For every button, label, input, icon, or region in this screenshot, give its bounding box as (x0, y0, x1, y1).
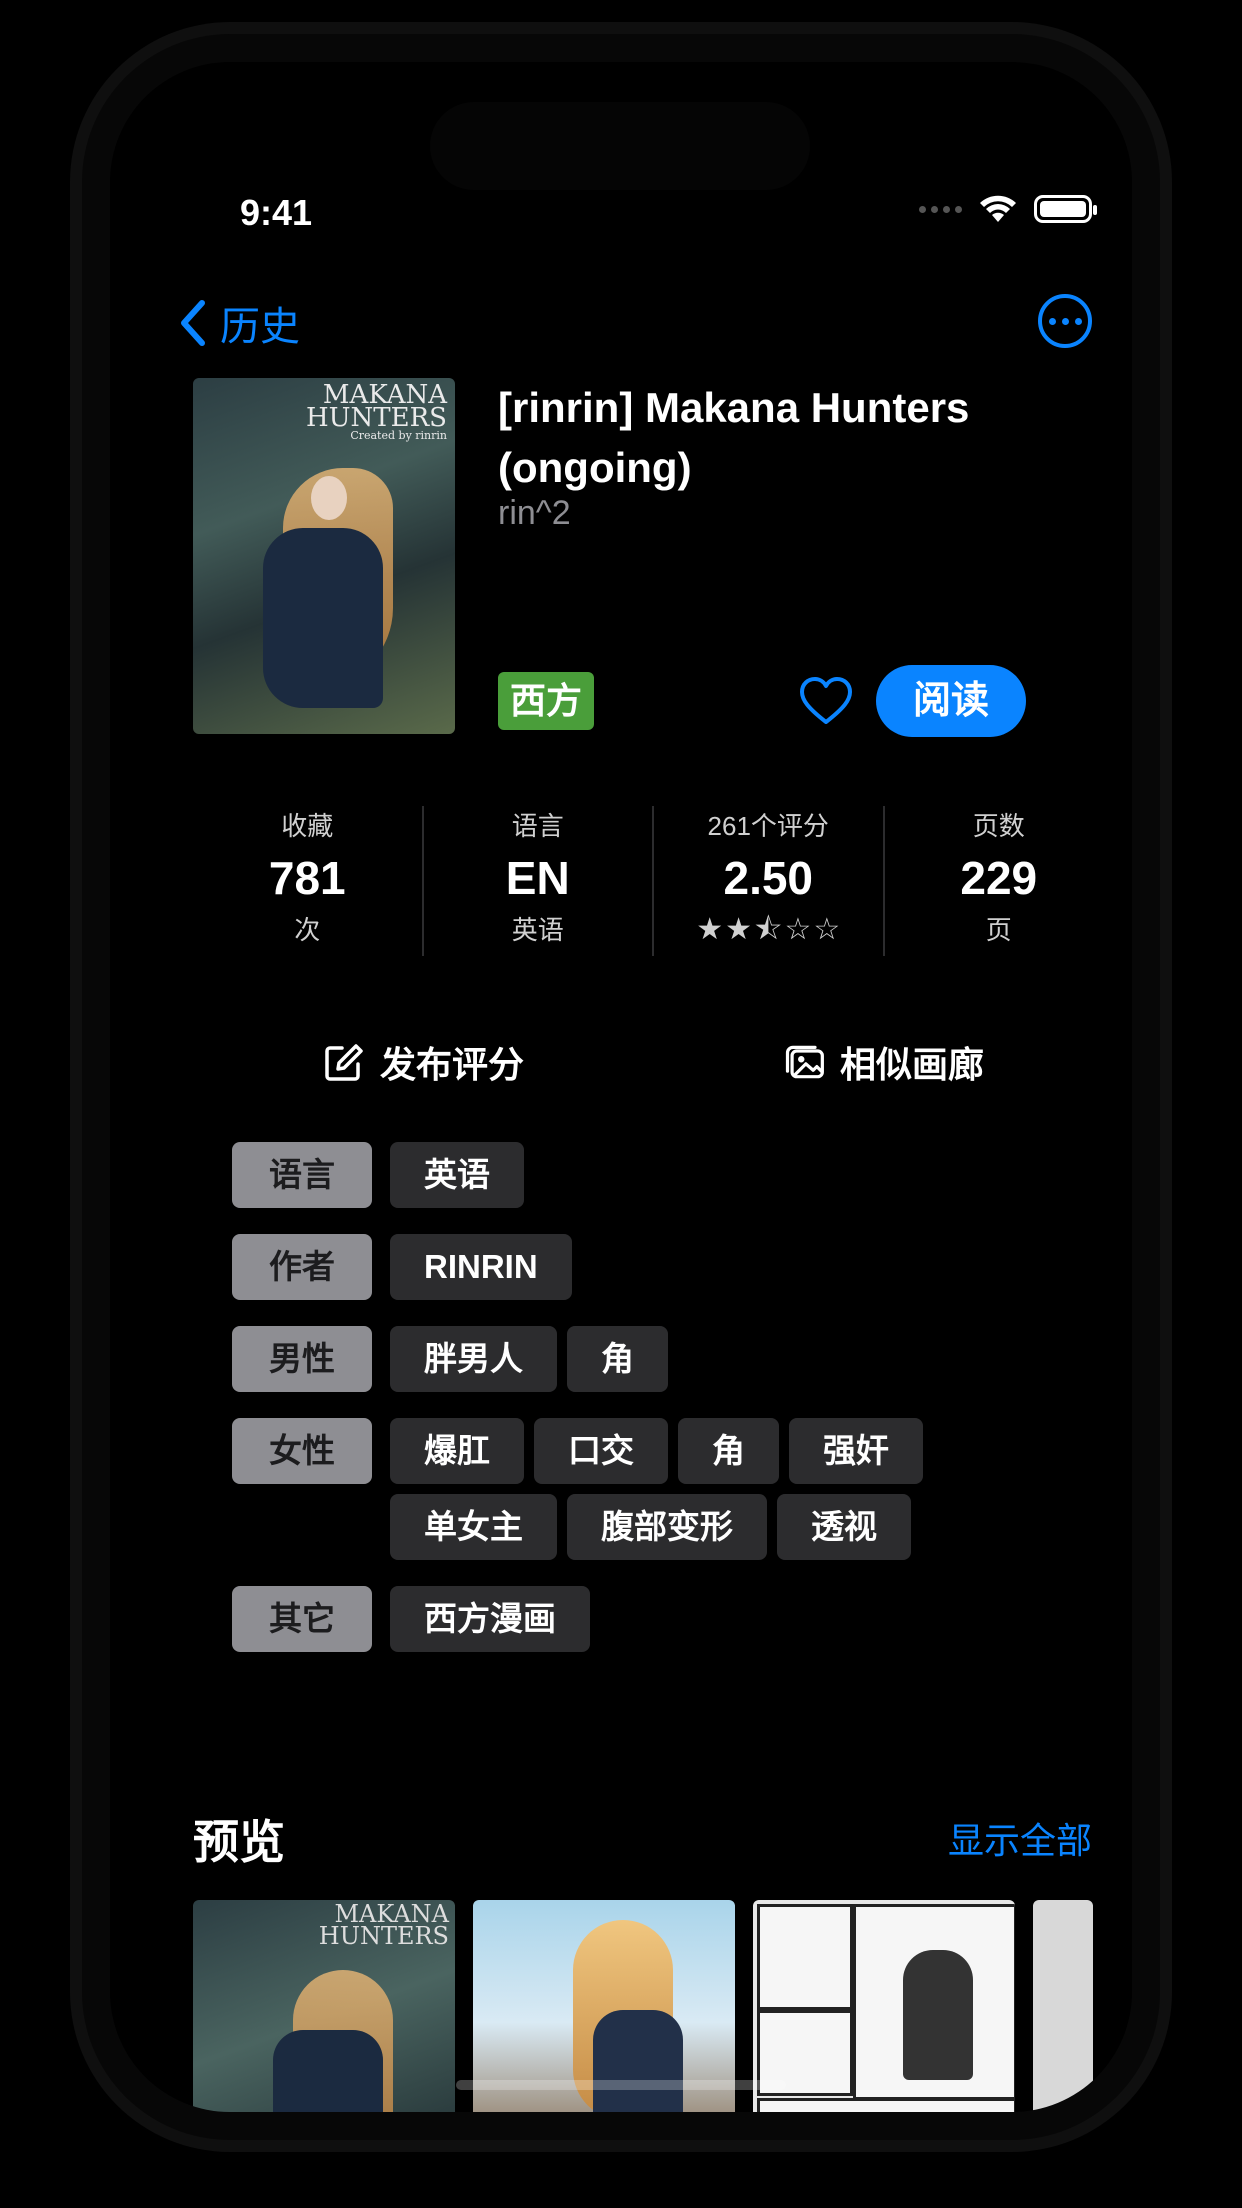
preview-heading: 预览 (193, 1816, 285, 1868)
status-icons (919, 194, 1097, 224)
tag-values: RINRIN (390, 1234, 970, 1300)
stat-pages: 页数 229 页 (960, 811, 1038, 945)
preview-thumbnail[interactable]: MAKANA HUNTERS (193, 1900, 455, 2112)
tag-chip[interactable]: 英语 (390, 1142, 524, 1208)
favorite-heart-icon[interactable] (798, 674, 854, 730)
signal-icon (919, 205, 962, 213)
more-button[interactable] (1038, 294, 1092, 348)
back-label: 历史 (220, 305, 300, 349)
tag-chip[interactable]: 西方漫画 (390, 1586, 590, 1652)
ellipsis-icon (1048, 317, 1056, 325)
star-empty-icon: ☆ (813, 913, 841, 946)
tag-values: 英语 (390, 1142, 970, 1208)
similar-galleries-button[interactable]: 相似画廊 (653, 1022, 1113, 1102)
stat-rating[interactable]: 261个评分 2.50 ★ ★ ⯪ ☆ ☆ (654, 806, 885, 956)
tag-row: 其它 西方漫画 (232, 1586, 1072, 1652)
tag-chip[interactable]: 单女主 (390, 1494, 557, 1560)
tag-row: 语言 英语 (232, 1142, 1072, 1208)
tag-values: 西方漫画 (390, 1586, 970, 1652)
tag-chip[interactable]: 胖男人 (390, 1326, 557, 1392)
stats-bar: 收藏 781 次 语言 EN 英语 261个评分 2.50 ★ ★ ⯪ ☆ ☆ 页数 2… (193, 806, 1113, 956)
read-button[interactable]: 阅读 (876, 665, 1026, 737)
tag-list: 语言 英语 作者 RINRIN 男性 胖男人角女性 爆肛 口交角强奸 单女主 腹部变形 透视 其它 西方… (232, 1142, 1072, 1678)
square-pencil-icon (325, 1044, 363, 1081)
tag-values: 爆肛 口交角强奸单女主 腹部变形 透视 (390, 1418, 970, 1560)
rating-stars: ★ ★ ⯪ ☆ ☆ (696, 910, 840, 950)
tag-row: 男性 胖男人角 (232, 1326, 1072, 1392)
tag-chip[interactable]: 口交 (534, 1418, 668, 1484)
tag-values: 胖男人角 (390, 1326, 970, 1392)
tag-row: 女性 爆肛 口交角强奸单女主 腹部变形 透视 (232, 1418, 1072, 1560)
star-half-icon: ⯪ (754, 913, 783, 946)
gallery-artist[interactable]: rin^2 (498, 494, 571, 533)
preview-thumbnail[interactable] (753, 1900, 1015, 2112)
wifi-icon (980, 195, 1016, 222)
tag-namespace: 其它 (232, 1586, 372, 1652)
battery-icon (1034, 195, 1097, 223)
gallery-title: [rinrin] Makana Hunters (ongoing) (498, 384, 970, 491)
tag-namespace: 男性 (232, 1326, 372, 1392)
photo-stack-icon (785, 1045, 824, 1079)
tag-chip[interactable]: 腹部变形 (567, 1494, 767, 1560)
tag-chip[interactable]: 透视 (777, 1494, 911, 1560)
home-indicator (456, 2080, 786, 2090)
preview-thumbnail[interactable] (1033, 1900, 1093, 2112)
tag-row: 作者 RINRIN (232, 1234, 1072, 1300)
tag-chip[interactable]: 爆肛 (390, 1418, 524, 1484)
screen: 9:41 历史 MAKANA HUNTERS Created by rinrin… (110, 62, 1132, 2112)
tag-namespace: 作者 (232, 1234, 372, 1300)
back-button[interactable]: 历史 (176, 294, 300, 352)
tag-chip[interactable]: 角 (567, 1326, 668, 1392)
cover-logo: MAKANA HUNTERS Created by rinrin (305, 380, 447, 442)
star-filled-icon: ★ (725, 913, 753, 946)
tag-namespace: 女性 (232, 1418, 372, 1484)
rate-button[interactable]: 发布评分 (193, 1022, 653, 1102)
tag-chip[interactable]: RINRIN (390, 1234, 572, 1300)
status-time: 9:41 (240, 192, 313, 233)
action-row: 发布评分 相似画廊 (193, 1022, 1113, 1102)
tag-chip[interactable]: 强奸 (789, 1418, 923, 1484)
tag-namespace: 语言 (232, 1142, 372, 1208)
gallery-cover[interactable]: MAKANA HUNTERS Created by rinrin (193, 378, 455, 734)
show-all-link[interactable]: 显示全部 (948, 1812, 1092, 1864)
stat-language: 语言 EN 英语 (424, 806, 654, 956)
nav-bar: 历史 (176, 294, 1092, 354)
chevron-left-icon (181, 300, 205, 346)
star-empty-icon: ☆ (784, 913, 812, 946)
dynamic-island (430, 102, 810, 190)
phone-frame: 9:41 历史 MAKANA HUNTERS Created by rinrin… (110, 62, 1132, 2112)
tag-chip[interactable]: 角 (678, 1418, 779, 1484)
category-badge: 西方 (498, 672, 595, 730)
stat-favorites: 收藏 781 次 (193, 806, 424, 956)
star-filled-icon: ★ (696, 913, 724, 946)
